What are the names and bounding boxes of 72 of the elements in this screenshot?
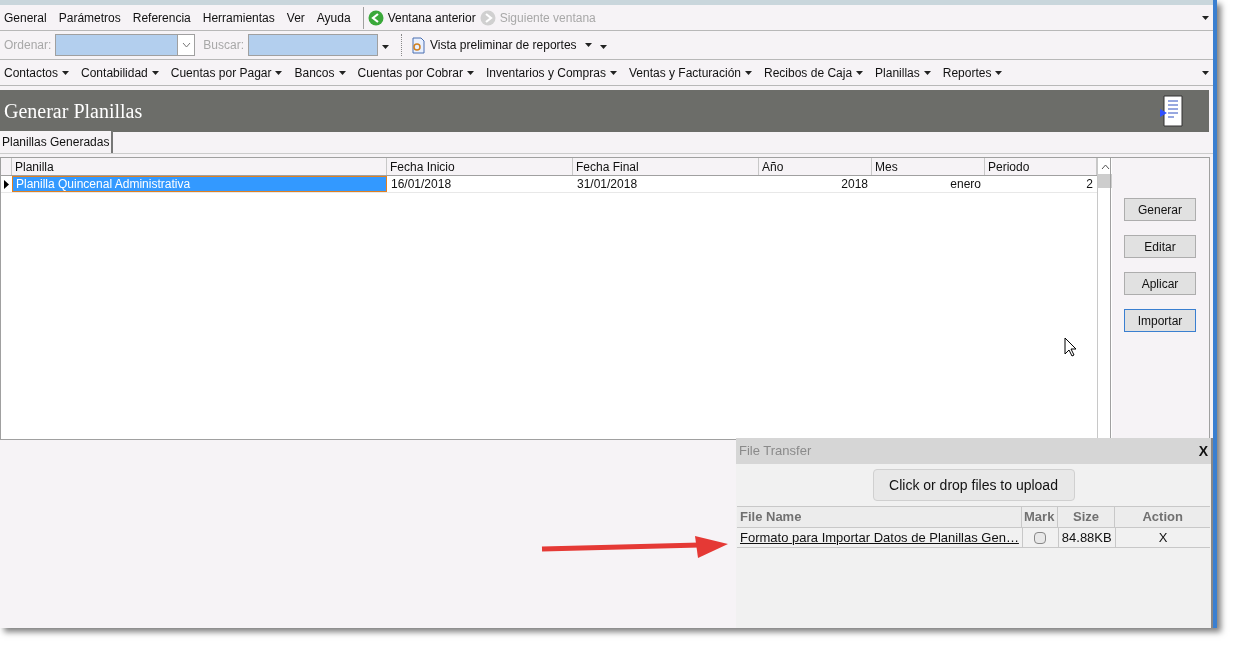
table-cell-text: 2 [1085,176,1094,192]
column-header[interactable]: Planilla [12,158,387,175]
search-field[interactable] [248,34,379,56]
arrow-icon [540,535,730,559]
report-preview-button[interactable]: Vista preliminar de reportes [410,36,592,54]
caret-icon [151,70,159,75]
caret-icon [338,70,346,75]
table-cell: Planilla Quincenal Administrativa [12,176,387,192]
caret-icon [62,70,70,75]
file-link[interactable]: Formato para Importar Datos de Planillas Gen… [737,527,1022,548]
menu-item[interactable]: Ventas y Facturación [628,63,752,82]
chevron-down-icon [181,42,191,48]
caret-icon [275,70,283,75]
column-header[interactable]: Mes [872,158,985,175]
caret-icon [1202,15,1209,20]
menu-item[interactable]: General [4,8,47,27]
file-size: 84.88KB [1057,527,1115,548]
chevron-up-icon [1100,164,1110,170]
action-button[interactable]: Generar [1124,198,1196,221]
menu-item[interactable]: Contactos [4,63,70,82]
scrollbar[interactable] [1097,158,1112,439]
menu-item[interactable]: Inventarios y Compras [485,63,617,82]
tab[interactable]: Planillas Generadas [0,131,114,153]
sort-label: Ordenar: [4,37,52,54]
table-cell-text: 16/01/2018 [390,176,453,192]
caret-icon [745,70,752,75]
sort-dropdown[interactable] [55,34,196,56]
close-button[interactable]: X [1198,440,1208,462]
caret-icon [923,70,931,75]
column-header[interactable]: Fecha Inicio [387,158,573,175]
checkbox[interactable] [1034,531,1047,544]
menu-item[interactable]: Parámetros [58,8,121,27]
document-search-icon [410,36,427,54]
upload-button[interactable]: Click or drop files to upload [872,469,1075,501]
table-cell-text: 31/01/2018 [576,176,639,192]
menu-item[interactable]: Ayuda [316,8,351,27]
column-header: Action [1114,507,1210,527]
menu-item[interactable]: Bancos [294,63,346,82]
table-row[interactable]: Planilla Quincenal Administrativa 16/01/2018 31/01/2018 2018 enero 2 [1,176,1097,193]
menu-item[interactable]: Cuentas por Cobrar [357,63,474,82]
menu-item[interactable]: Cuentas por Pagar [170,63,283,82]
action-button[interactable]: Aplicar [1124,272,1196,295]
menu-item[interactable]: Ver [286,8,305,27]
menu-item[interactable]: Reportes [942,63,1003,82]
column-header: Mark [1020,507,1057,527]
panel-title: File Transfer [739,442,812,461]
nav-button[interactable]: Ventana anterior [367,8,476,27]
table-cell-text: 2018 [840,176,869,192]
caret-icon [856,70,864,75]
page-title: Generar Planillas [4,99,143,124]
action-button[interactable]: Importar [1124,309,1196,332]
action-button[interactable]: Editar [1124,235,1196,258]
column-header: Size [1056,507,1115,527]
row-pointer-icon [4,179,9,189]
table-cell-text: enero [949,176,982,192]
menu-item[interactable]: Contabilidad [81,63,159,82]
column-header: File Name [739,508,803,526]
search-label: Buscar: [203,37,245,54]
caret-icon [995,70,1003,75]
caret-icon [1202,70,1209,75]
menu-item[interactable]: Planillas [875,63,931,82]
caret-icon [609,70,617,75]
column-header[interactable]: Año [759,158,872,175]
caret-icon [466,70,474,75]
menu-item[interactable]: Referencia [132,8,191,27]
menu-item[interactable]: Recibos de Caja [764,63,864,82]
column-header[interactable]: Fecha Final [573,158,759,175]
remove-button[interactable]: X [1114,527,1210,548]
mouse-cursor-icon [1064,337,1077,357]
document-icon [1159,95,1185,127]
caret-icon [382,44,390,49]
menu-item[interactable]: Herramientas [202,8,275,27]
